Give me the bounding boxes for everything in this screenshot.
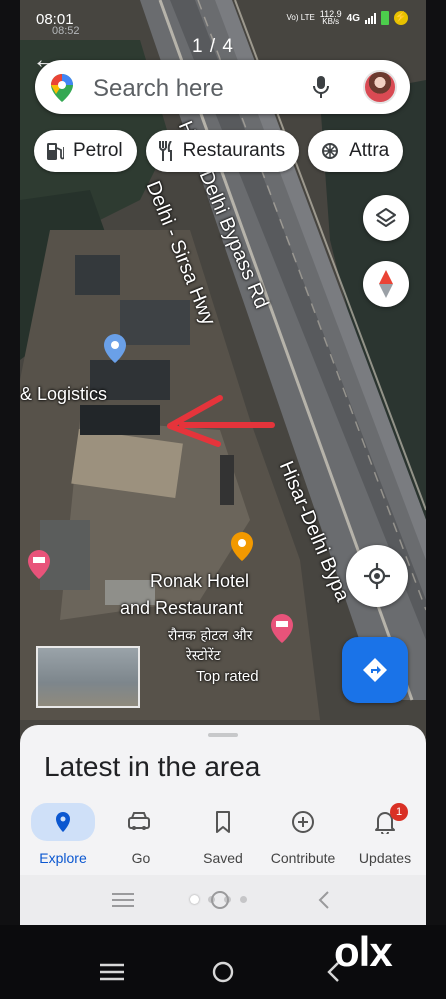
chip-attractions[interactable]: Attra bbox=[308, 130, 404, 172]
hotel-name-hindi: रौनक होटल और bbox=[168, 628, 253, 644]
chip-restaurants[interactable]: Restaurants bbox=[145, 130, 300, 172]
inner-home-icon[interactable] bbox=[210, 890, 230, 910]
nav-updates[interactable]: 1 Updates bbox=[342, 803, 426, 866]
compass-icon bbox=[379, 270, 393, 298]
inner-status-time: 08:52 bbox=[52, 25, 80, 37]
maps-app-screen: ← 1 / 4 Search here Petrol Restaurants A… bbox=[20, 0, 426, 925]
battery-icon bbox=[381, 11, 389, 25]
plus-circle-icon bbox=[260, 803, 346, 841]
hotel-name-line1[interactable]: Ronak Hotel bbox=[150, 571, 249, 592]
profile-avatar[interactable] bbox=[363, 70, 397, 104]
sheet-drag-handle[interactable] bbox=[208, 733, 238, 737]
directions-icon bbox=[363, 658, 387, 682]
bell-icon bbox=[342, 803, 426, 841]
hotel-rating: Top rated bbox=[196, 668, 259, 685]
status-icons: Vo) LTE 112.9 KB/s 4G ⚡ bbox=[286, 10, 408, 26]
crosshair-location-icon bbox=[364, 563, 390, 589]
hotel-name-line2[interactable]: and Restaurant bbox=[120, 598, 243, 619]
inner-back-icon[interactable] bbox=[318, 891, 330, 909]
inner-menu-icon[interactable] bbox=[112, 892, 134, 908]
attractions-icon bbox=[320, 141, 340, 161]
updates-badge: 1 bbox=[390, 803, 408, 821]
logistics-label[interactable]: & Logistics bbox=[20, 384, 107, 405]
olx-watermark: olx bbox=[334, 928, 393, 975]
restaurant-icon bbox=[158, 141, 174, 161]
network-type: 4G bbox=[346, 12, 360, 24]
status-bar: 08:01 08:52 Vo) LTE 112.9 KB/s 4G ⚡ bbox=[0, 0, 446, 37]
category-chips: Petrol Restaurants Attra bbox=[34, 130, 404, 172]
car-icon bbox=[98, 803, 184, 841]
directions-button[interactable] bbox=[342, 637, 408, 703]
inner-system-nav bbox=[20, 875, 426, 925]
nav-go[interactable]: Go bbox=[98, 803, 184, 866]
recents-menu-icon[interactable] bbox=[100, 963, 124, 981]
nav-explore[interactable]: Explore bbox=[20, 803, 106, 866]
bookmark-icon bbox=[180, 803, 266, 841]
charging-icon: ⚡ bbox=[394, 11, 408, 25]
chip-petrol[interactable]: Petrol bbox=[34, 130, 137, 172]
nav-saved[interactable]: Saved bbox=[180, 803, 266, 866]
maps-pin-logo-icon bbox=[51, 74, 73, 102]
speed-indicator: 112.9 KB/s bbox=[319, 9, 342, 26]
street-view-thumbnail[interactable] bbox=[36, 646, 140, 708]
nav-contribute[interactable]: Contribute bbox=[260, 803, 346, 866]
fuel-icon bbox=[46, 141, 64, 161]
microphone-icon[interactable] bbox=[313, 76, 329, 98]
phone-screen: 08:01 08:52 Vo) LTE 112.9 KB/s 4G ⚡ ← 1 … bbox=[0, 0, 446, 999]
signal-icon bbox=[365, 12, 376, 24]
search-bar[interactable]: Search here bbox=[35, 60, 410, 114]
bottom-navigation: Explore Go Saved Contribute 1 Updates bbox=[20, 803, 426, 878]
layers-icon bbox=[376, 208, 396, 227]
compass-button[interactable] bbox=[363, 261, 409, 307]
my-location-button[interactable] bbox=[346, 545, 408, 607]
search-input[interactable]: Search here bbox=[93, 75, 224, 103]
layers-button[interactable] bbox=[363, 195, 409, 241]
image-pager: 1 / 4 bbox=[192, 36, 234, 57]
home-button-icon[interactable] bbox=[212, 961, 234, 983]
sheet-title: Latest in the area bbox=[44, 751, 261, 782]
hotel-name-hindi-2: रेस्टोरेंट bbox=[186, 648, 221, 664]
explore-pin-icon bbox=[31, 803, 95, 841]
network-indicator: Vo) LTE bbox=[286, 13, 315, 22]
